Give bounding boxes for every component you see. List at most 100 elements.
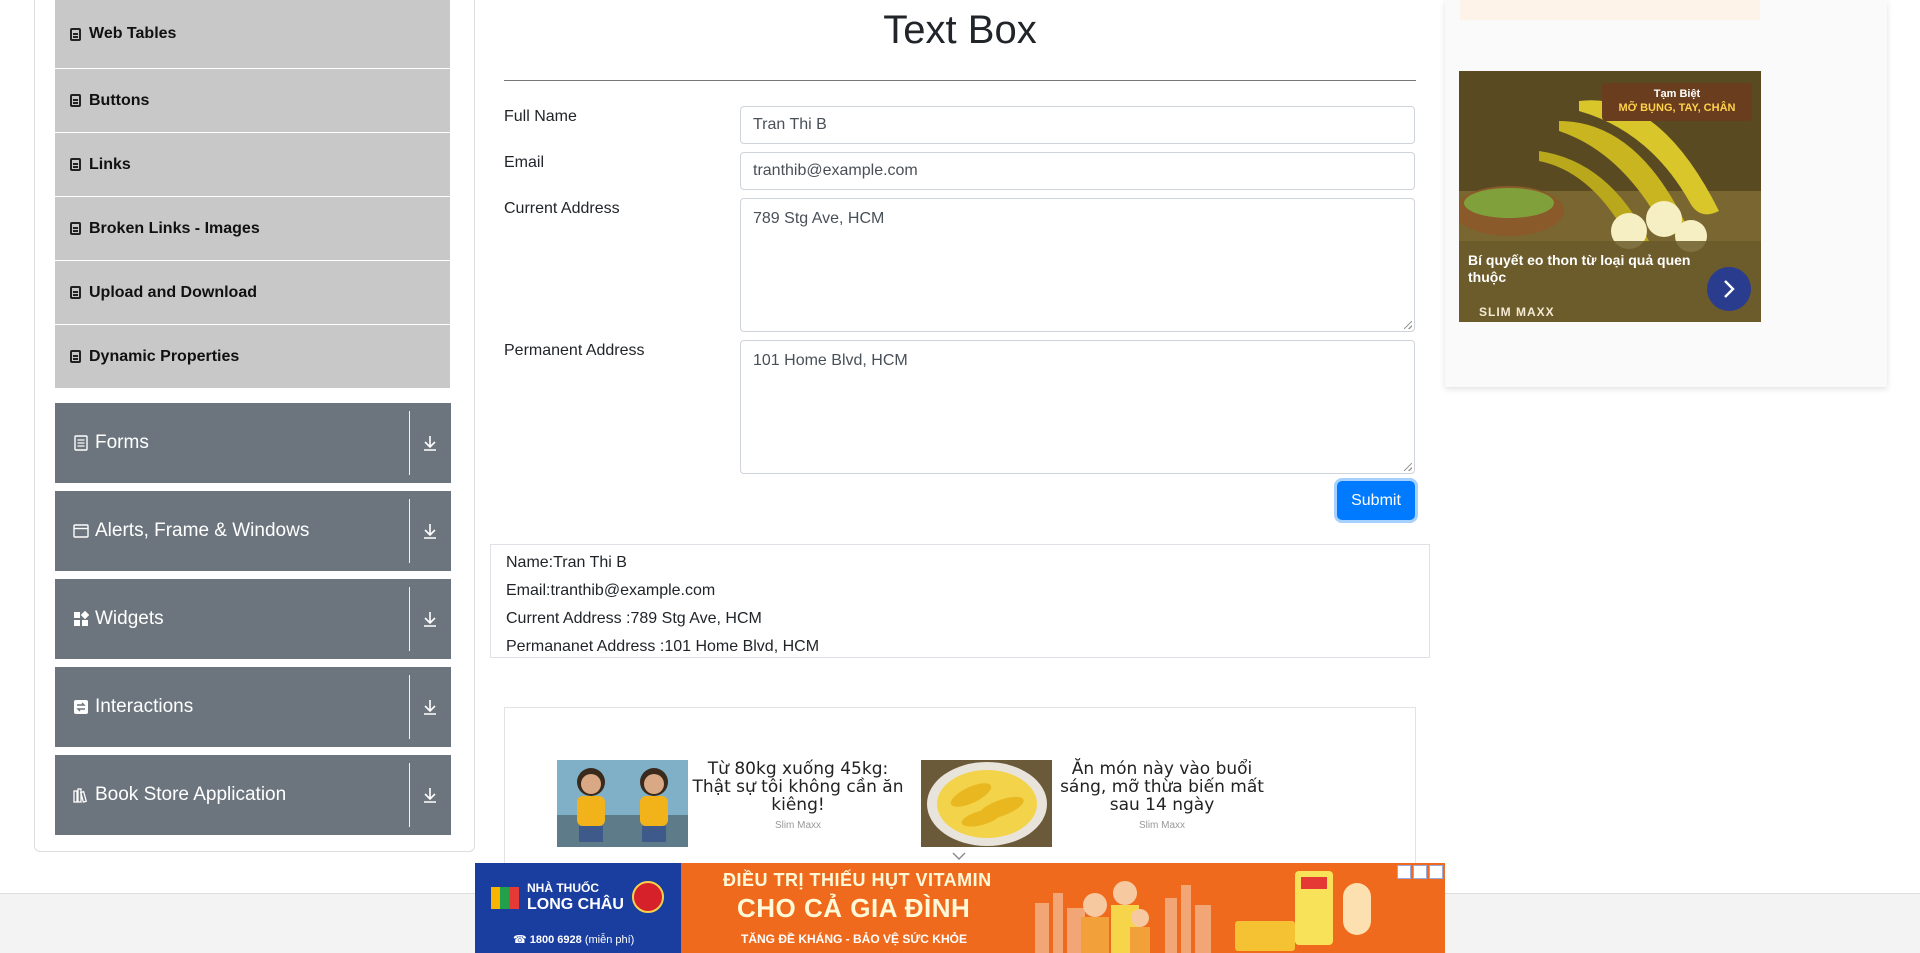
divider xyxy=(409,411,410,475)
ad-close-icon[interactable] xyxy=(1413,865,1427,879)
output-permanent-address: Permananet Address :101 Home Blvd, HCM xyxy=(506,638,820,655)
group-label: Book Store Application xyxy=(95,784,287,805)
output-current-address: Current Address :789 Stg Ave, HCM xyxy=(506,610,762,627)
group-forms[interactable]: Forms xyxy=(55,403,451,483)
next-arrow-button[interactable] xyxy=(1707,267,1751,311)
menu-item-label: Upload and Download xyxy=(89,283,257,301)
document-icon xyxy=(70,94,81,107)
book-icon xyxy=(73,787,89,803)
ad-source: Slim Maxx xyxy=(1138,820,1186,831)
menu-item-links[interactable]: Links xyxy=(55,133,450,197)
output-box: Name:Tran Thi B Email:tranthib@example.c… xyxy=(490,544,1430,658)
menu-item-label: Web Tables xyxy=(89,25,177,42)
ad-source: Slim Maxx xyxy=(774,820,822,831)
download-arrow-icon[interactable] xyxy=(417,667,443,747)
document-icon xyxy=(70,27,81,41)
badge-line1: Tạm Biệt xyxy=(1653,88,1701,100)
download-arrow-icon[interactable] xyxy=(417,403,443,483)
submit-button[interactable]: Submit xyxy=(1337,481,1415,520)
menu-item-label: Links xyxy=(89,155,131,173)
widgets-icon xyxy=(73,610,90,627)
group-book-store[interactable]: Book Store Application xyxy=(55,755,451,835)
output-email: Email:tranthib@example.com xyxy=(506,582,716,599)
full-name-input[interactable]: Tran Thi B xyxy=(740,106,1415,144)
ad-title[interactable]: Từ 80kg xuống 45kg: Thật sự tôi không cầ… xyxy=(688,760,908,814)
elements-sub-menu: Web Tables Buttons Links Broken Links - … xyxy=(55,0,450,389)
output-name: Name:Tran Thi B xyxy=(506,554,627,571)
badge-line2: MỠ BỤNG, TAY, CHÂN xyxy=(1618,102,1736,114)
menu-item-label: Broken Links - Images xyxy=(89,219,260,237)
ad-card[interactable]: Từ 80kg xuống 45kg: Thật sự tôi không cầ… xyxy=(557,760,908,847)
form-icon xyxy=(73,435,89,451)
window-icon xyxy=(73,523,89,539)
menu-item-label: Buttons xyxy=(89,91,150,109)
more-options-icon[interactable] xyxy=(1429,865,1443,879)
resize-handle[interactable] xyxy=(1404,463,1412,471)
sidebar-groups: Forms Alerts, Frame & Windows Widgets In… xyxy=(55,403,451,843)
group-interactions[interactable]: Interactions xyxy=(55,667,451,747)
side-ad[interactable]: Tạm Biệt MỠ BỤNG, TAY, CHÂN Bí quyết eo … xyxy=(1459,71,1761,322)
current-address-value: 789 Stg Ave, HCM xyxy=(753,210,885,227)
ad-title[interactable]: Ăn món này vào buổi sáng, mỡ thừa biến m… xyxy=(1052,760,1272,814)
banner-headline1: ĐIỀU TRỊ THIẾU HỤT VITAMIN xyxy=(723,870,992,890)
resize-handle[interactable] xyxy=(1404,321,1412,329)
download-arrow-icon[interactable] xyxy=(417,491,443,571)
menu-item-buttons[interactable]: Buttons xyxy=(55,69,450,133)
store-line1: NHÀ THUỐC xyxy=(527,881,599,895)
side-ad-badge: Tạm Biệt MỠ BỤNG, TAY, CHÂN xyxy=(1602,83,1752,121)
current-address-textarea[interactable]: 789 Stg Ave, HCM xyxy=(740,198,1415,332)
store-line2: LONG CHÂU xyxy=(527,896,624,913)
ad-info-icon[interactable] xyxy=(1397,865,1411,879)
download-arrow-icon[interactable] xyxy=(417,579,443,659)
ad-image[interactable] xyxy=(921,760,1052,847)
document-icon xyxy=(70,286,81,299)
ad-controls xyxy=(1397,865,1443,879)
phone-icon: ☎ xyxy=(513,934,527,946)
menu-item-broken-links[interactable]: Broken Links - Images xyxy=(55,197,450,261)
divider xyxy=(409,499,410,563)
document-icon xyxy=(70,158,81,171)
full-name-label: Full Name xyxy=(504,108,577,125)
current-address-label: Current Address xyxy=(504,200,620,217)
fpt-logo-icon xyxy=(491,887,519,909)
email-input[interactable]: tranthib@example.com xyxy=(740,152,1415,190)
phone-number: 1800 6928 xyxy=(529,934,582,946)
bottom-banner-ad[interactable]: NHÀ THUỐC LONG CHÂU ☎ 1800 6928 (miễn ph… xyxy=(475,863,1445,953)
group-label: Interactions xyxy=(95,696,194,717)
document-icon xyxy=(70,350,81,363)
phone-line: ☎ 1800 6928 (miễn phí) xyxy=(513,933,634,946)
group-label: Forms xyxy=(95,432,149,453)
menu-item-dynamic-properties[interactable]: Dynamic Properties xyxy=(55,325,450,389)
side-ad-headline[interactable]: Bí quyết eo thon từ loại quả quen thuộc xyxy=(1468,252,1698,286)
interactions-icon xyxy=(73,699,89,715)
seal-icon xyxy=(632,881,664,913)
phone-note: (miễn phí) xyxy=(584,934,635,946)
chevron-down-icon[interactable] xyxy=(952,848,966,860)
download-arrow-icon[interactable] xyxy=(417,755,443,835)
permanent-address-textarea[interactable]: 101 Home Blvd, HCM xyxy=(740,340,1415,474)
long-chau-panel: NHÀ THUỐC LONG CHÂU ☎ 1800 6928 (miễn ph… xyxy=(475,863,681,953)
group-label: Alerts, Frame & Windows xyxy=(95,520,310,541)
menu-item-label: Dynamic Properties xyxy=(89,347,240,365)
permanent-address-value: 101 Home Blvd, HCM xyxy=(753,352,908,369)
chevron-right-icon xyxy=(1724,280,1735,298)
menu-item-upload-download[interactable]: Upload and Download xyxy=(55,261,450,325)
page: Web Tables Buttons Links Broken Links - … xyxy=(0,0,1920,953)
group-alerts-frame-windows[interactable]: Alerts, Frame & Windows xyxy=(55,491,451,571)
side-ad-top-strip xyxy=(1460,0,1760,20)
divider xyxy=(409,675,410,739)
menu-item-web-tables[interactable]: Web Tables xyxy=(55,0,450,69)
divider xyxy=(409,587,410,651)
page-title: Text Box xyxy=(883,8,1037,52)
divider xyxy=(409,763,410,827)
title-divider xyxy=(504,80,1416,81)
group-widgets[interactable]: Widgets xyxy=(55,579,451,659)
document-icon xyxy=(70,222,81,235)
email-label: Email xyxy=(504,154,545,171)
group-label: Widgets xyxy=(95,608,164,629)
ad-image[interactable] xyxy=(557,760,688,847)
side-ad-brand: SLIM MAXX xyxy=(1479,305,1555,319)
permanent-address-label: Permanent Address xyxy=(504,342,645,359)
ad-card[interactable]: Ăn món này vào buổi sáng, mỡ thừa biến m… xyxy=(921,760,1272,847)
banner-tagline: TĂNG ĐỀ KHÁNG - BẢO VỆ SỨC KHỎE xyxy=(741,932,967,946)
